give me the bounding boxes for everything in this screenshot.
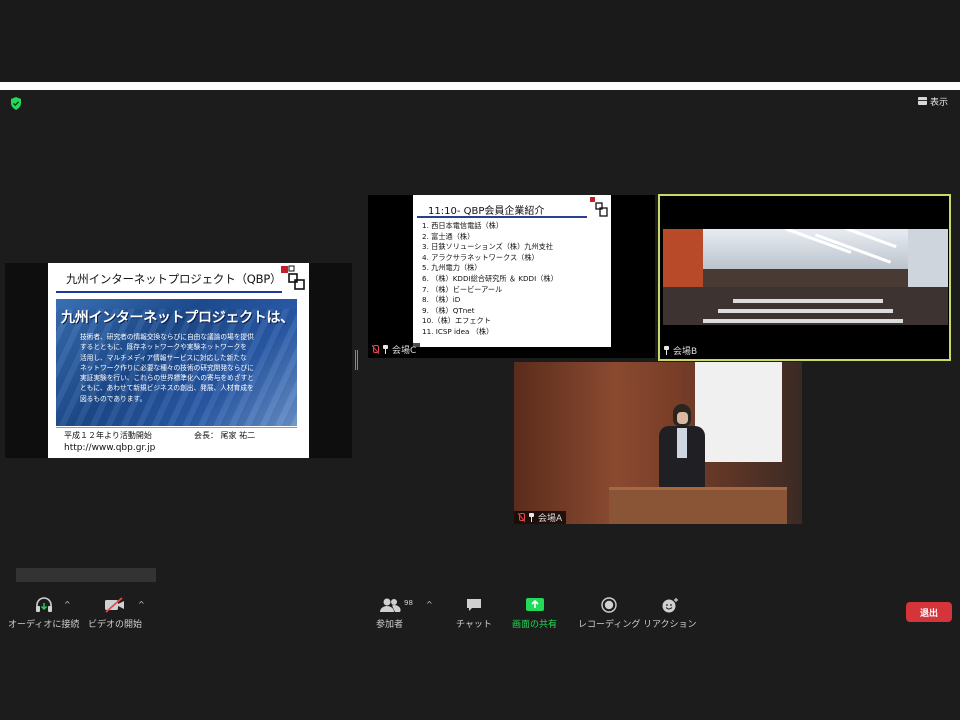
speaker-face xyxy=(677,412,688,424)
window-top-bar xyxy=(0,82,960,90)
tile-b-name: 会場B xyxy=(673,347,698,357)
member-item: 2. 富士通（株） xyxy=(422,231,475,241)
mic-muted-icon xyxy=(517,513,525,522)
tile-c-slide-underline xyxy=(417,216,587,218)
slide-title-underline xyxy=(56,291,282,293)
slide-title: 九州インターネットプロジェクト（QBP） xyxy=(66,272,282,286)
qbp-logo-icon xyxy=(281,265,305,290)
member-item: 8. （株）iD xyxy=(422,295,461,305)
chat-label: チャット xyxy=(456,620,492,630)
video-off-icon xyxy=(105,597,124,613)
member-item: 4. アラクサラネットワークス（株） xyxy=(422,252,539,262)
tile-c-slide: 11:10- QBP会員企業紹介 1. 西日本電信電話（株） 2. 富士通（株）… xyxy=(413,195,611,347)
smiley-icon xyxy=(662,598,678,613)
slide-president: 会長： 尾家 祐二 xyxy=(194,431,256,440)
podium xyxy=(609,487,787,524)
slide-body-line: 技術者、研究者の情報交換ならびに自由な議論の場を提供 xyxy=(80,333,254,341)
participants-options-caret[interactable]: ^ xyxy=(426,600,433,609)
tile-a-name: 会場A xyxy=(538,514,563,524)
pin-icon xyxy=(528,513,535,522)
record-label: レコーディング xyxy=(578,620,641,630)
desk-row xyxy=(733,299,883,303)
speaker-person xyxy=(657,404,707,494)
member-list: 1. 西日本電信電話（株） 2. 富士通（株） 3. 日鉄ソリューションズ（株）… xyxy=(422,221,558,338)
grid-icon xyxy=(918,97,927,105)
slide-body-line: するとともに、既存ネットワークや実験ネットワークを xyxy=(80,343,247,352)
slide-body-line: ともに、あわせて新規ビジネスの創出、発展、人材育成を xyxy=(80,384,254,393)
member-item: 7. （株）ビービーアール xyxy=(422,284,503,294)
record-button[interactable]: レコーディング xyxy=(578,596,640,630)
desk-row xyxy=(718,309,893,313)
member-item: 9. （株）QTnet xyxy=(422,305,475,315)
member-item: 1. 西日本電信電話（株） xyxy=(422,221,504,230)
headphones-icon xyxy=(35,597,52,612)
video-label: ビデオの開始 xyxy=(88,620,143,630)
tile-a-nametag: 会場A xyxy=(514,511,567,524)
record-icon xyxy=(601,597,617,613)
slide-since: 平成１２年より活動開始 xyxy=(64,431,152,440)
shield-icon[interactable] xyxy=(10,97,22,110)
slide-body-line: 実証実験を行い、これらの世界標準化への寄与をめざすと xyxy=(80,374,254,383)
participants-icon xyxy=(379,598,400,612)
leave-button[interactable]: 退出 xyxy=(906,602,952,622)
desk-row xyxy=(703,319,903,323)
slide-blue-band: 九州インターネットプロジェクトは、 技術者、研究者の情報交換ならびに自由な議論の… xyxy=(56,299,297,426)
chat-icon xyxy=(466,599,481,611)
participants-button[interactable]: 参加者 xyxy=(376,596,403,630)
splitter-handle[interactable] xyxy=(355,350,358,370)
participants-label: 参加者 xyxy=(376,620,404,630)
member-item: 3. 日鉄ソリューションズ（株）九州支社 xyxy=(422,242,554,252)
video-tile-a[interactable]: 会場A xyxy=(514,362,802,524)
participants-count: 98 xyxy=(404,599,413,607)
tile-b-nametag: 会場B xyxy=(660,344,702,357)
view-label: 表示 xyxy=(930,97,949,108)
reactions-button[interactable]: リアクション xyxy=(643,596,697,630)
member-item: 11. ICSP idea （株） xyxy=(422,326,494,336)
zoom-screen: 表示 九州インターネットプロジェクト（QBP） 九州インターネットプロジェクトは… xyxy=(0,0,960,720)
tile-c-slide-title: 11:10- QBP会員企業紹介 xyxy=(428,206,545,217)
slide-body-line: 活用し、マルチメディア情報サービスに対応した新たな xyxy=(80,353,247,362)
slide-body-line: ネットワーク作りに必要な種々の技術の研究開発ならびに xyxy=(80,363,254,372)
chat-button[interactable]: チャット xyxy=(456,596,492,630)
tile-b-video xyxy=(663,229,948,325)
view-button[interactable]: 表示 xyxy=(918,94,948,108)
share-screen-icon xyxy=(525,598,544,611)
slide-url: http://www.qbp.gr.jp xyxy=(64,443,156,453)
qbp-logo-icon xyxy=(590,197,608,217)
pin-icon xyxy=(663,346,670,355)
pin-icon xyxy=(382,345,389,354)
slide-heading: 九州インターネットプロジェクトは、 xyxy=(61,310,294,326)
tile-c-nametag: 会場C xyxy=(368,343,421,356)
top-black-area xyxy=(0,0,960,82)
shared-slide: 九州インターネットプロジェクト（QBP） 九州インターネットプロジェクトは、 技… xyxy=(48,263,309,458)
reactions-label: リアクション xyxy=(643,620,697,630)
speaker-shirt xyxy=(677,428,687,458)
member-item: 10.（株）エフェクト xyxy=(422,316,491,326)
projector-screen xyxy=(695,362,782,462)
slide-body-line: 図るものであります。 xyxy=(80,394,147,403)
audio-options-caret[interactable]: ^ xyxy=(64,600,71,609)
slide-divider xyxy=(56,427,297,428)
share-screen-button[interactable]: 画面の共有 xyxy=(512,596,557,630)
video-tile-c[interactable]: 11:10- QBP会員企業紹介 1. 西日本電信電話（株） 2. 富士通（株）… xyxy=(368,195,655,358)
video-tile-b[interactable]: 会場B xyxy=(658,194,951,361)
member-item: 5. 九州電力（株） xyxy=(422,263,482,273)
share-screen-label: 画面の共有 xyxy=(512,620,558,630)
tile-c-name: 会場C xyxy=(392,346,417,356)
video-button[interactable]: ビデオの開始 xyxy=(88,596,142,630)
slide-body: 技術者、研究者の情報交換ならびに自由な議論の場を提供 するとともに、既存ネットワ… xyxy=(80,332,293,404)
video-options-caret[interactable]: ^ xyxy=(138,600,145,609)
audio-label: オーディオに接続 xyxy=(8,620,80,630)
tooltip xyxy=(16,568,156,582)
mic-muted-icon xyxy=(371,345,379,354)
member-item: 6. （株）KDDI総合研究所 ＆ KDDI（株） xyxy=(422,273,558,283)
